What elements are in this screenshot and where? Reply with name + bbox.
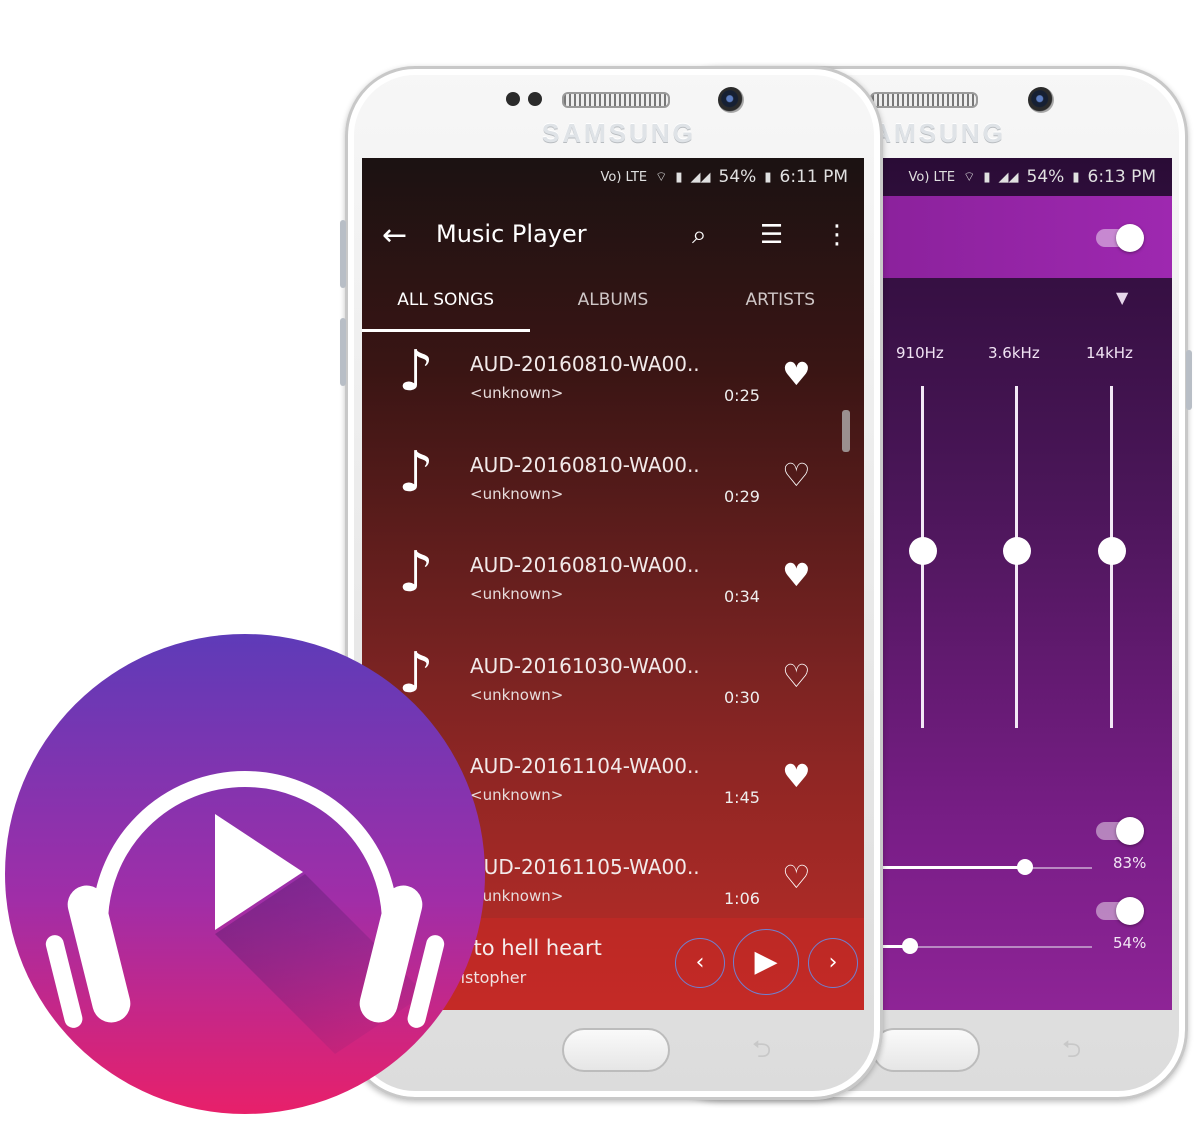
phone-back-camera [1028,87,1054,113]
battery-icon: ▮ [764,169,772,185]
band-label-3-6khz: 3.6kHz [988,344,1040,362]
back-arrow-icon[interactable]: ← [382,218,407,253]
list-item[interactable]: ♪ AUD-20160810-WA00.. <unknown> 0:34 ♥ [362,533,864,634]
song-duration: 1:06 [724,888,760,908]
app-bar: ← Music Player ⌕ ☰ ⋮ [362,196,864,288]
song-artist: <unknown> [470,585,564,603]
bass-boost-knob[interactable] [1017,859,1033,875]
heart-filled-icon[interactable]: ♥ [782,559,811,591]
song-title: AUD-20161105-WA00.. [470,854,700,879]
tab-bar: ALL SONGS ALBUMS ARTISTS [362,288,864,332]
song-duration: 1:45 [724,788,760,807]
sort-icon[interactable]: ☰ [760,220,783,250]
band-knob-14khz[interactable] [1098,537,1126,565]
phone-front-home-button[interactable] [562,1028,670,1072]
scrollbar-thumb[interactable] [842,410,850,452]
song-duration: 0:25 [724,386,760,405]
more-vert-icon[interactable]: ⋮ [824,220,850,250]
list-item[interactable]: ♪ AUD-20160810-WA00.. <unknown> 0:29 ♡ [362,433,864,534]
signal-icon: ◢◢ [690,169,711,185]
band-label-910hz: 910Hz [896,344,944,362]
volte-icon: Vo) LTE [908,169,956,185]
phone-front-camera [718,87,744,113]
chevron-right-icon: › [828,950,838,975]
song-title: AUD-20160810-WA00.. [470,352,700,376]
battery-percent: 54% [1026,167,1065,187]
tab-artists[interactable]: ARTISTS [697,288,864,332]
song-title: AUD-20161104-WA00.. [470,754,700,778]
tab-all-songs[interactable]: ALL SONGS [362,288,529,332]
app-title: Music Player [436,220,587,248]
phone-front-back-key-icon[interactable]: ⮌ [752,1032,771,1073]
wifi-icon: ⌔ [963,170,976,185]
phone-front-speaker [562,92,670,108]
play-button[interactable]: ▶ [733,929,799,995]
music-note-icon: ♪ [398,439,434,505]
music-note-icon: ♪ [398,339,434,404]
bass-boost-value: 83% [1113,854,1147,872]
list-item[interactable]: ♪ AUD-20160810-WA00.. <unknown> 0:25 ♥ [362,332,864,433]
music-note-icon: ♪ [398,540,434,605]
phone-back-back-key-icon[interactable]: ⮌ [1062,1032,1081,1073]
bass-boost-toggle[interactable] [1096,817,1144,845]
band-knob-3-6khz[interactable] [1003,537,1031,565]
clock: 6:11 PM [779,167,849,187]
preset-dropdown-icon[interactable]: ▼ [1116,288,1128,307]
song-duration: 0:34 [724,587,760,606]
phone-back-speaker [870,92,978,108]
phone-back-home-button[interactable] [872,1028,980,1072]
phone-front-volume-up [340,220,346,288]
song-artist: <unknown> [470,384,564,402]
sim-icon: ▮ [675,169,683,185]
virtualizer-value: 54% [1113,934,1147,952]
song-artist: <unknown> [470,484,564,503]
phone-front-sensor-2 [528,92,542,106]
chevron-left-icon: ‹ [695,950,705,975]
battery-icon: ▮ [1072,169,1080,185]
song-title: AUD-20161030-WA00.. [470,653,700,678]
sim-icon: ▮ [983,169,991,185]
app-logo-icon [5,634,485,1114]
next-button[interactable]: › [808,938,858,988]
virtualizer-knob[interactable] [902,938,918,954]
play-icon: ▶ [754,944,778,979]
phone-front-brand: SAMSUNG [542,118,696,148]
phone-front-sensor-1 [506,92,520,106]
song-title: AUD-20160810-WA00.. [470,553,700,577]
song-duration: 0:29 [724,486,760,506]
heart-filled-icon[interactable]: ♥ [782,760,811,792]
heart-outline-icon[interactable]: ♡ [782,459,811,491]
previous-button[interactable]: ‹ [675,938,725,988]
signal-icon: ◢◢ [998,169,1019,185]
equalizer-toggle[interactable] [1096,224,1144,252]
volte-icon: Vo) LTE [600,169,648,185]
heart-outline-icon[interactable]: ♡ [782,861,811,893]
song-title: AUD-20160810-WA00.. [470,452,700,477]
bass-boost-fill [870,866,1026,869]
search-icon[interactable]: ⌕ [692,220,707,251]
band-label-14khz: 14kHz [1086,344,1133,362]
heart-outline-icon[interactable]: ♡ [782,660,811,692]
tab-albums[interactable]: ALBUMS [529,288,696,332]
song-duration: 0:30 [724,687,760,707]
phone-front-volume-down [340,318,346,386]
clock: 6:13 PM [1087,167,1157,187]
phone-back-side-button [1186,350,1192,410]
status-bar: Vo) LTE ⌔ ▮ ◢◢ 54% ▮ 6:11 PM [362,158,864,196]
band-knob-910hz[interactable] [909,537,937,565]
battery-percent: 54% [718,167,757,187]
virtualizer-toggle[interactable] [1096,897,1144,925]
wifi-icon: ⌔ [655,170,668,185]
heart-filled-icon[interactable]: ♥ [782,358,811,390]
